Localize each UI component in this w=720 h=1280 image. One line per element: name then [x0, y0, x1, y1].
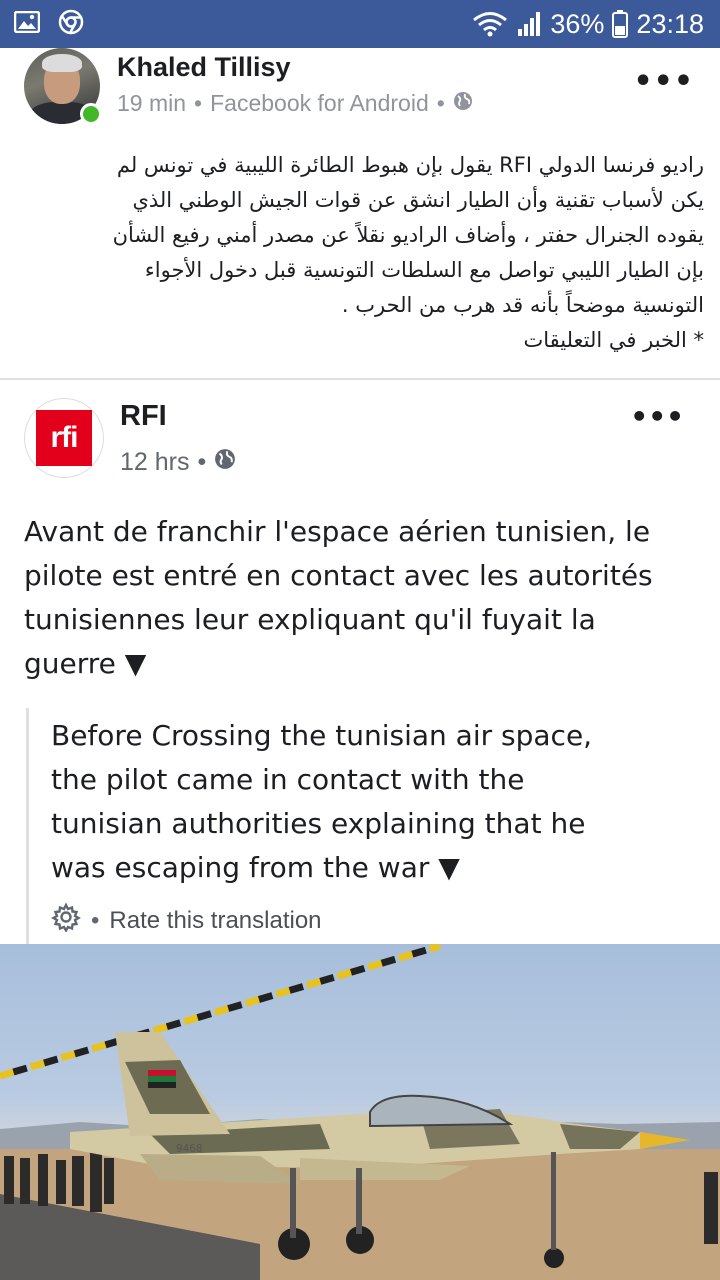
- post-text-line: * الخبر في التعليقات: [523, 328, 704, 352]
- shared-post-meta: 12 hrs •: [120, 448, 236, 477]
- shared-page-name[interactable]: RFI: [120, 400, 167, 433]
- translation-line: was escaping from the war ▼: [51, 851, 460, 884]
- meta-separator: •: [194, 90, 203, 116]
- gear-icon[interactable]: [51, 902, 81, 939]
- rate-translation-link[interactable]: Rate this translation: [109, 907, 321, 935]
- translation-line: tunisian authorities explaining that he: [51, 807, 586, 840]
- online-status-dot: [80, 103, 102, 125]
- rate-separator: •: [91, 906, 100, 934]
- shared-text-line: guerre ▼: [24, 647, 147, 680]
- shared-post-text: Avant de franchir l'espace aérien tunisi…: [24, 510, 696, 686]
- post-text-line: راديو فرنسا الدولي RFI يقول بإن هبوط الط…: [116, 153, 704, 177]
- post-time[interactable]: 19 min: [117, 90, 186, 117]
- post-header: Khaled Tillisy 19 min • Facebook for And…: [0, 48, 720, 128]
- rfi-logo[interactable]: rfi: [24, 398, 104, 478]
- post-text-line: بإن الطيار الليبي تواصل مع السلطات التون…: [144, 258, 704, 282]
- clock: 23:18: [636, 8, 704, 39]
- post-options-button[interactable]: •••: [633, 64, 694, 99]
- rate-translation-row[interactable]: • Rate this translation: [51, 902, 322, 939]
- globe-icon: [453, 90, 473, 117]
- post-text-line: يقوده الجنرال حفتر ، وأضاف الراديو نقلاً…: [112, 223, 704, 247]
- shared-photo[interactable]: 9468: [0, 944, 720, 1280]
- signal-icon: [516, 11, 542, 37]
- shared-text-line: pilote est entré en contact avec les aut…: [24, 559, 653, 592]
- translation-line: the pilot came in contact with the: [51, 763, 525, 796]
- post-meta: 19 min • Facebook for Android •: [117, 90, 473, 117]
- globe-icon: [214, 448, 236, 477]
- post-source: Facebook for Android: [210, 90, 429, 116]
- aircraft-tail-number: 9468: [176, 1142, 203, 1155]
- wifi-icon: [472, 11, 508, 37]
- battery-icon: [612, 10, 629, 38]
- post-text: راديو فرنسا الدولي RFI يقول بإن هبوط الط…: [18, 148, 704, 358]
- meta-separator: •: [197, 448, 207, 476]
- rfi-logo-text: rfi: [36, 410, 92, 466]
- translation-block: Before Crossing the tunisian air space, …: [26, 708, 696, 948]
- shared-post-card[interactable]: rfi RFI 12 hrs • ••• Avant de franchir l…: [0, 378, 720, 1280]
- shared-post-time[interactable]: 12 hrs: [120, 448, 189, 477]
- post-text-line: التونسية موضحاً بأنه قد هرب من الحرب .: [341, 293, 704, 317]
- translation-line: Before Crossing the tunisian air space,: [51, 719, 593, 752]
- shared-text-line: Avant de franchir l'espace aérien tunisi…: [24, 515, 651, 548]
- meta-separator: •: [436, 90, 445, 116]
- shared-text-line: tunisiennes leur expliquant qu'il fuyait…: [24, 603, 596, 636]
- chrome-icon: [58, 9, 84, 39]
- shared-post-options-button[interactable]: •••: [630, 400, 684, 433]
- author-name[interactable]: Khaled Tillisy: [117, 52, 291, 83]
- battery-level: 36%: [550, 8, 605, 39]
- post-text-line: يكن لأسباب تقنية وأن الطيار انشق عن قوات…: [132, 188, 704, 212]
- status-bar: 36% 23:18: [0, 0, 720, 48]
- gallery-icon: [13, 10, 41, 37]
